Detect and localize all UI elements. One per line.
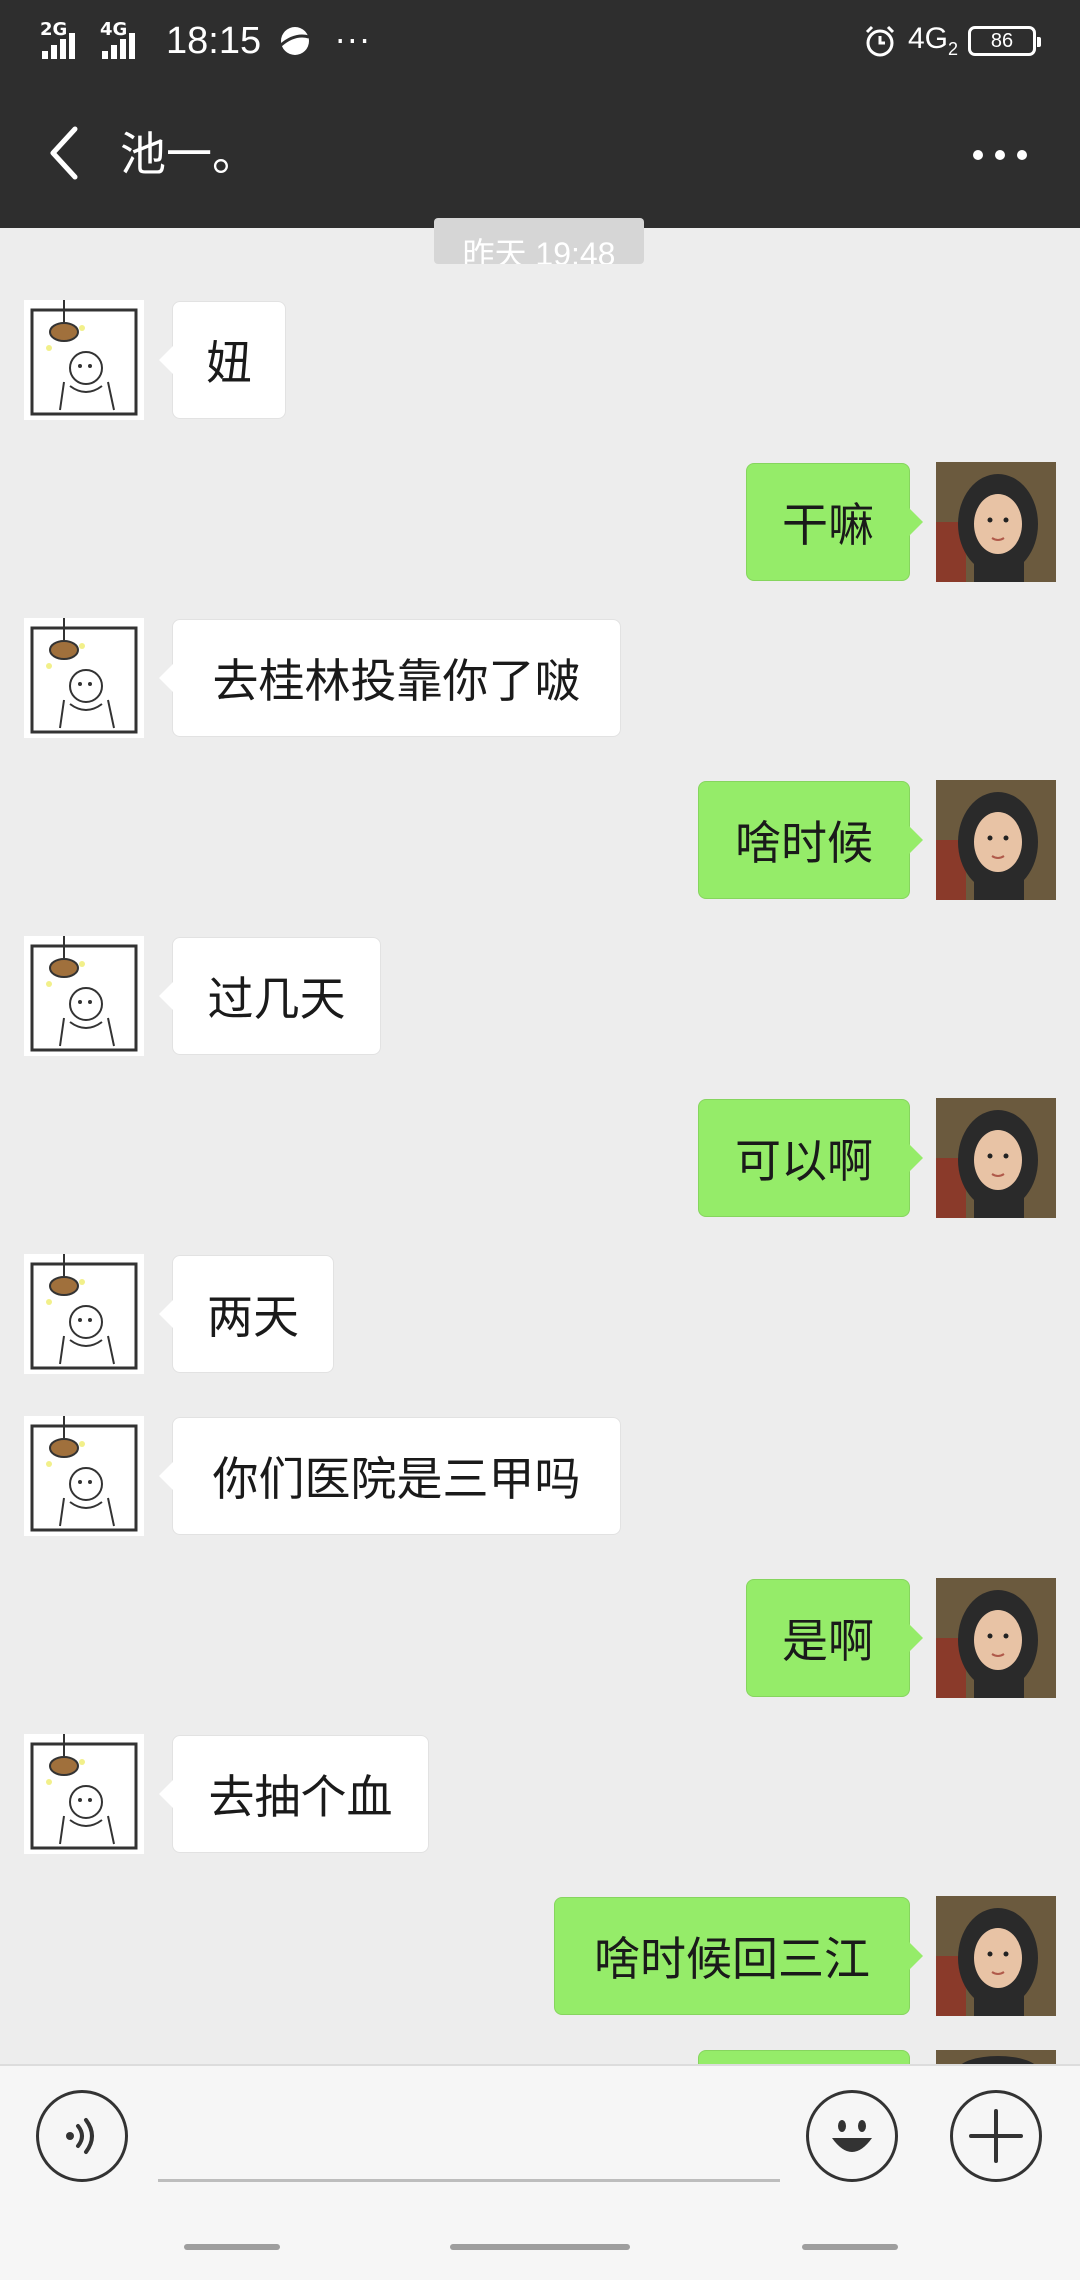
message-bubble-sent[interactable]: 是啊 bbox=[746, 1579, 923, 1697]
message-text: 是啊 bbox=[782, 1614, 874, 1668]
network-indicator: 4G2 bbox=[908, 22, 958, 60]
nav-gesture-home[interactable] bbox=[450, 2244, 630, 2250]
contact-avatar[interactable] bbox=[24, 1416, 144, 1536]
voice-icon bbox=[66, 2118, 94, 2154]
back-arrow-icon bbox=[50, 126, 78, 180]
message-text: 可以啊 bbox=[735, 1134, 873, 1188]
planet-icon bbox=[280, 27, 310, 55]
alarm-icon bbox=[865, 25, 895, 57]
back-button[interactable] bbox=[30, 118, 100, 188]
more-icon bbox=[973, 150, 1027, 160]
message-bubble-sent[interactable]: 干嘛 bbox=[746, 463, 923, 581]
contact-avatar[interactable] bbox=[24, 936, 144, 1056]
battery-level: 86 bbox=[990, 29, 1014, 52]
message-bubble-sent[interactable]: 啥时候 bbox=[698, 781, 923, 899]
nav-gesture-right[interactable] bbox=[802, 2244, 898, 2250]
contact-avatar-image bbox=[24, 1254, 144, 1374]
input-bar bbox=[0, 2064, 1080, 2280]
message-bubble-received[interactable]: 去桂林投靠你了啵 bbox=[159, 619, 621, 737]
my-avatar[interactable] bbox=[936, 462, 1056, 582]
voice-button[interactable] bbox=[36, 2090, 128, 2182]
more-button[interactable] bbox=[960, 120, 1040, 190]
my-avatar-image bbox=[936, 780, 1056, 900]
status-time: 18:15 bbox=[166, 19, 262, 62]
my-avatar-partial[interactable] bbox=[936, 2050, 1056, 2064]
status-left: 2G 4G 18:15 ··· bbox=[40, 16, 372, 66]
message-input[interactable] bbox=[158, 2090, 780, 2182]
status-dots: ··· bbox=[335, 22, 372, 60]
my-avatar-image bbox=[936, 462, 1056, 582]
message-bubble-received[interactable]: 两天 bbox=[159, 1255, 334, 1373]
message-bubble-received[interactable]: 你们医院是三甲吗 bbox=[159, 1417, 621, 1535]
contact-avatar-image bbox=[24, 1734, 144, 1854]
contact-avatar[interactable] bbox=[24, 300, 144, 420]
chat-header: 池一。 bbox=[0, 80, 1080, 228]
plus-button[interactable] bbox=[950, 2090, 1042, 2182]
message-bubble-received[interactable]: 妞 bbox=[159, 301, 286, 419]
message-text: 你们医院是三甲吗 bbox=[212, 1452, 581, 1506]
battery-icon: 86 bbox=[968, 26, 1041, 56]
timestamp-text: 昨天 19:48 bbox=[462, 236, 616, 264]
message-text: 啥时候回三江 bbox=[594, 1932, 870, 1986]
status-right: 4G2 86 bbox=[862, 14, 1041, 68]
chat-title: 池一。 bbox=[120, 127, 258, 181]
contact-avatar[interactable] bbox=[24, 1734, 144, 1854]
nav-gesture-left[interactable] bbox=[184, 2244, 280, 2250]
message-bubble-received[interactable]: 去抽个血 bbox=[159, 1735, 429, 1853]
message-timestamp: 昨天 19:48 bbox=[434, 218, 644, 264]
emoji-button[interactable] bbox=[806, 2090, 898, 2182]
message-text: 啥时候 bbox=[735, 816, 873, 870]
my-avatar-image bbox=[936, 1896, 1056, 2016]
plus-icon bbox=[969, 2109, 1023, 2163]
contact-avatar-image bbox=[24, 936, 144, 1056]
signal-1-icon: 2G bbox=[40, 21, 92, 61]
my-avatar[interactable] bbox=[936, 1098, 1056, 1218]
contact-avatar[interactable] bbox=[24, 1254, 144, 1374]
contact-avatar-image bbox=[24, 300, 144, 420]
contact-avatar-image bbox=[24, 1416, 144, 1536]
my-avatar[interactable] bbox=[936, 1578, 1056, 1698]
my-avatar-image bbox=[936, 1578, 1056, 1698]
my-avatar[interactable] bbox=[936, 780, 1056, 900]
network-label: 4G bbox=[907, 22, 948, 55]
my-avatar[interactable] bbox=[936, 1896, 1056, 2016]
message-bubble-sent[interactable]: 啥时候回三江 bbox=[554, 1897, 923, 2015]
contact-avatar-image bbox=[24, 618, 144, 738]
message-text: 妞 bbox=[206, 336, 252, 390]
contact-avatar[interactable] bbox=[24, 618, 144, 738]
message-text: 去抽个血 bbox=[208, 1770, 393, 1824]
my-avatar-image bbox=[936, 2050, 1056, 2064]
signal-2-icon: 4G bbox=[100, 21, 152, 61]
my-avatar-image bbox=[936, 1098, 1056, 1218]
message-bubble-received[interactable]: 过几天 bbox=[159, 937, 381, 1055]
message-text: 过几天 bbox=[207, 972, 346, 1026]
message-bubble-sent[interactable]: 可以啊 bbox=[698, 1099, 923, 1217]
message-text: 干嘛 bbox=[782, 498, 874, 552]
status-bar: 2G 4G 18:15 ··· 4G2 86 bbox=[0, 0, 1080, 80]
network-sub-label: 2 bbox=[947, 39, 958, 59]
message-text: 去桂林投靠你了啵 bbox=[212, 654, 581, 708]
message-text: 两天 bbox=[207, 1290, 299, 1344]
emoji-icon bbox=[832, 2120, 872, 2152]
